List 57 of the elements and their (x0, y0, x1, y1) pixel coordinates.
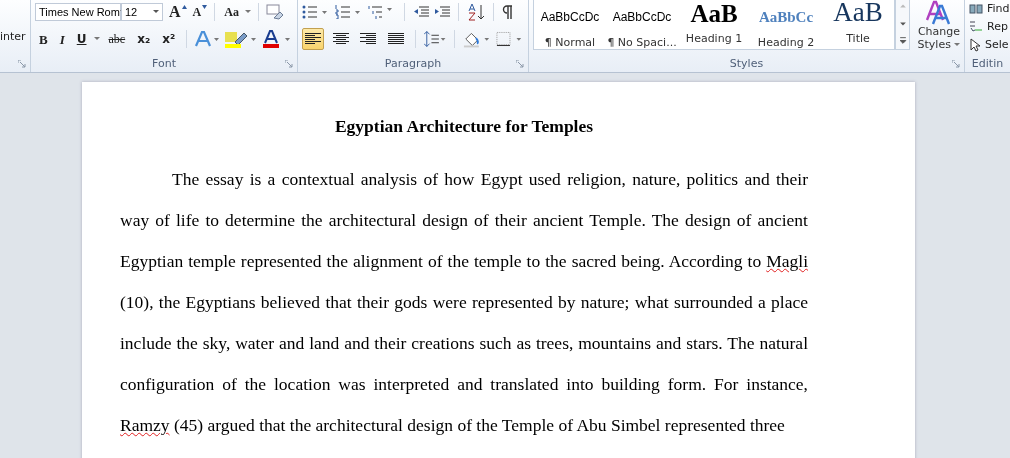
editing-command[interactable]: Rep (969, 19, 1010, 34)
align-right-icon (360, 33, 377, 45)
dialog-launcher-icon[interactable] (18, 60, 26, 68)
shading-icon[interactable] (463, 30, 492, 48)
format-painter-button[interactable]: inter (0, 30, 30, 43)
change-styles-button[interactable]: Change Styles (913, 0, 964, 52)
eraser-icon[interactable] (265, 4, 284, 20)
font-name-dropdown[interactable]: Times New Rom (35, 3, 121, 21)
style-option[interactable]: AaB Heading 1 (678, 0, 750, 49)
dialog-launcher-icon[interactable] (952, 60, 960, 68)
align-center-icon (332, 33, 349, 45)
editing-command[interactable]: Find (969, 1, 1010, 16)
superscript-button[interactable]: x² (158, 33, 180, 45)
bold-button[interactable]: B (35, 32, 52, 46)
change-case-button[interactable]: Aa (222, 6, 241, 18)
underline-button[interactable]: U (72, 33, 91, 45)
binoculars-icon (969, 3, 983, 14)
replace-icon (969, 19, 983, 34)
group-label: Paragraph (384, 57, 442, 70)
group-label: Font (152, 57, 176, 70)
subscript-button[interactable]: x₂ (133, 33, 155, 45)
increase-indent-icon[interactable] (434, 6, 450, 18)
dialog-launcher-icon[interactable] (285, 60, 293, 68)
sort-icon[interactable] (467, 3, 485, 21)
dialog-launcher-icon[interactable] (516, 60, 524, 68)
align-left-button[interactable] (302, 28, 325, 50)
font-size-dropdown[interactable]: 12 (121, 3, 163, 21)
italic-button[interactable]: I (55, 32, 69, 46)
pointer-icon (969, 37, 981, 52)
group-label: Styles (729, 57, 764, 70)
align-left-icon (305, 33, 322, 45)
caret-icon (954, 42, 961, 47)
line-spacing-icon[interactable] (423, 30, 447, 48)
text-effects-icon[interactable] (194, 30, 221, 48)
caret-icon[interactable] (244, 10, 251, 14)
style-option[interactable]: AaBbCcDc ¶ Normal (534, 0, 606, 49)
font-color-icon[interactable] (262, 30, 293, 48)
caret-icon[interactable] (153, 10, 159, 14)
strikethrough-button[interactable]: abc (104, 33, 130, 45)
group-label: Editin (971, 57, 1004, 70)
style-option[interactable]: AaB Title (822, 0, 894, 49)
decrease-indent-icon[interactable] (413, 6, 429, 18)
shrink-font-button[interactable]: A (190, 6, 204, 18)
up-triangle-icon (181, 5, 187, 9)
document-title: Egyptian Architecture for Temples (333, 115, 595, 138)
numbered-list-icon[interactable] (335, 5, 363, 19)
bullet-list-icon[interactable] (302, 5, 330, 19)
style-option[interactable]: AaBbCc Heading 2 (750, 0, 822, 49)
editing-command[interactable]: Sele (969, 37, 1010, 52)
down-triangle-icon (202, 5, 208, 9)
caret-icon[interactable] (94, 37, 101, 41)
pilcrow-icon[interactable] (502, 5, 512, 19)
highlighter-icon[interactable] (224, 30, 259, 48)
grow-font-button[interactable]: A (167, 4, 183, 20)
style-option[interactable]: AaBbCcDc ¶ No Spaci... (606, 0, 678, 49)
body-paragraph: The essay is a contextual analysis of how Egypt used religion, nature, politics and their way of life to determine the architectural design of their ancient Temple. The design of ancient Egyptian temple represented the alignment of the temple to the sacred being. According to Magli (10), the Egyptians believed that their gods were represented by nature; what surrounded a place include the sky, water and land and their creations such as trees, mountains and stars. The natural configuration of the location was interpreted and translated into building form. For instance, Ramzy (45) argued that the architectural design of the Temple of Abu Simbel represented three (120, 168, 808, 437)
align-justify-icon (387, 33, 404, 45)
